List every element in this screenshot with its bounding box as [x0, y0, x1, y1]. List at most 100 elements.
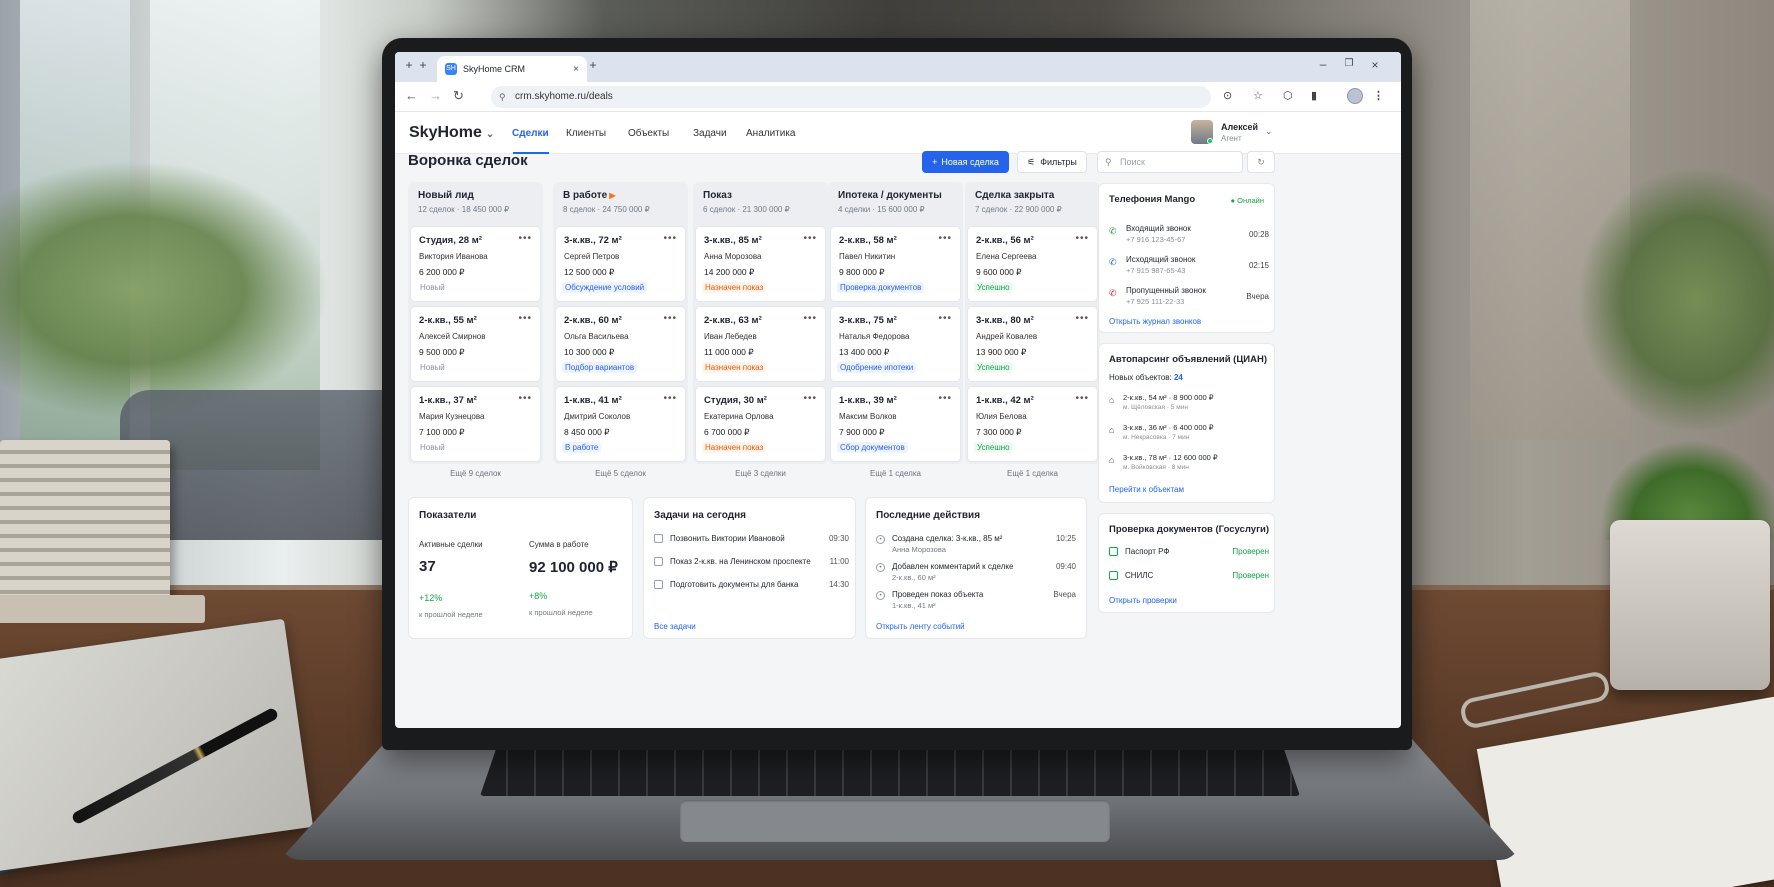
- show-more-deals-link[interactable]: Ещё 1 сделка: [965, 469, 1100, 478]
- deal-card[interactable]: 3-к.кв., 75 м² ••• Наталья Федорова 13 400 …: [830, 306, 961, 382]
- task-checkbox[interactable]: [654, 557, 663, 566]
- app-logo[interactable]: SkyHome ⌄: [409, 124, 494, 142]
- more-options-icon[interactable]: •••: [518, 393, 532, 404]
- call-log-link[interactable]: Открыть журнал звонков: [1109, 317, 1201, 326]
- browser-tab[interactable]: SH SkyHome CRM ×: [437, 56, 587, 82]
- more-options-icon[interactable]: •••: [518, 313, 532, 324]
- sidebar-icon[interactable]: ▮: [1311, 89, 1317, 102]
- new-tab-icon[interactable]: +: [415, 58, 431, 72]
- more-options-icon[interactable]: •••: [663, 393, 677, 404]
- call-row[interactable]: ✆ Входящий звонок +7 916 123-45-67 00:28: [1109, 224, 1269, 252]
- more-options-icon[interactable]: •••: [1075, 233, 1089, 244]
- online-indicator: [1207, 138, 1213, 144]
- refresh-button[interactable]: ↻: [1247, 151, 1275, 173]
- activity-row[interactable]: • Добавлен комментарий к сделке 2-к.кв., 6…: [876, 562, 1076, 588]
- call-label: Входящий звонок: [1126, 224, 1191, 233]
- maximize-icon[interactable]: ❐: [1341, 58, 1357, 69]
- more-options-icon[interactable]: •••: [518, 233, 532, 244]
- nav-deals[interactable]: Сделки: [512, 128, 549, 139]
- more-options-icon[interactable]: •••: [1075, 393, 1089, 404]
- add-tab-icon[interactable]: +: [585, 58, 601, 72]
- filters-button[interactable]: ⚟ Фильтры: [1017, 151, 1087, 173]
- deal-card[interactable]: 1-к.кв., 41 м² ••• Дмитрий Соколов 8 450 00…: [555, 386, 686, 462]
- task-row[interactable]: Показ 2-к.кв. на Ленинском проспекте 11:0…: [654, 557, 849, 571]
- activity-subtitle: Анна Морозова: [892, 545, 946, 554]
- column-title-text: Новый лид: [418, 190, 474, 201]
- deal-card[interactable]: Студия, 28 м² ••• Виктория Иванова 6 200 00…: [410, 226, 541, 302]
- all-tasks-link[interactable]: Все задачи: [654, 622, 696, 631]
- task-label: Подготовить документы для банка: [670, 580, 799, 589]
- deal-card[interactable]: 3-к.кв., 85 м² ••• Анна Морозова 14 200 000…: [695, 226, 826, 302]
- search-input[interactable]: ⚲ Поиск: [1097, 151, 1243, 173]
- deal-card[interactable]: 2-к.кв., 56 м² ••• Елена Сергеева 9 600 000…: [967, 226, 1098, 302]
- screen-share-icon[interactable]: ⊙: [1223, 89, 1232, 102]
- nav-tasks[interactable]: Задачи: [693, 128, 727, 139]
- listing-row[interactable]: ⌂ 2-к.кв., 54 м² · 8 900 000 ₽ м. Щёловска…: [1109, 392, 1269, 418]
- deal-card[interactable]: 2-к.кв., 60 м² ••• Ольга Васильева 10 300 0…: [555, 306, 686, 382]
- more-options-icon[interactable]: •••: [938, 233, 952, 244]
- activity-row[interactable]: • Создана сделка: 3-к.кв., 85 м² Анна Моро…: [876, 534, 1076, 560]
- show-more-deals-link[interactable]: Ещё 1 сделка: [828, 469, 963, 478]
- app-header: SkyHome ⌄ Сделки Клиенты Объекты Задачи А…: [395, 112, 1401, 154]
- forward-icon[interactable]: →: [429, 88, 442, 103]
- nav-analytics[interactable]: Аналитика: [746, 128, 796, 139]
- more-options-icon[interactable]: •••: [803, 313, 817, 324]
- more-options-icon[interactable]: •••: [1075, 313, 1089, 324]
- close-window-icon[interactable]: ×: [1367, 58, 1383, 72]
- minimize-icon[interactable]: –: [1315, 57, 1331, 71]
- task-checkbox[interactable]: [654, 534, 663, 543]
- open-checks-link[interactable]: Открыть проверки: [1109, 596, 1177, 605]
- site-info-icon[interactable]: ⚲: [499, 86, 506, 108]
- filters-label: Фильтры: [1040, 157, 1077, 167]
- more-options-icon[interactable]: •••: [803, 233, 817, 244]
- show-more-deals-link[interactable]: Ещё 5 сделок: [553, 469, 688, 478]
- column-title: Ипотека / документы: [838, 190, 942, 201]
- deal-card[interactable]: 1-к.кв., 37 м² ••• Мария Кузнецова 7 100 00…: [410, 386, 541, 462]
- activity-row[interactable]: • Проведен показ объекта 1-к.кв., 41 м² Вче…: [876, 590, 1076, 616]
- extensions-icon[interactable]: ⬡: [1283, 89, 1293, 102]
- deal-card[interactable]: 3-к.кв., 72 м² ••• Сергей Петров 12 500 000…: [555, 226, 686, 302]
- task-row[interactable]: Подготовить документы для банка 14:30: [654, 580, 849, 594]
- app-logo-text: SkyHome: [409, 124, 482, 141]
- nav-objects[interactable]: Объекты: [628, 128, 669, 139]
- user-menu[interactable]: Алексей Агент ⌄: [1191, 120, 1391, 148]
- listing-row[interactable]: ⌂ 3-к.кв., 36 м² · 6 400 000 ₽ м. Некрасов…: [1109, 422, 1269, 448]
- more-options-icon[interactable]: •••: [663, 233, 677, 244]
- listing-row[interactable]: ⌂ 3-к.кв., 78 м² · 12 600 000 ₽ м. Войковс…: [1109, 452, 1269, 478]
- show-more-deals-link[interactable]: Ещё 9 сделок: [408, 469, 543, 478]
- deal-price: 7 900 000 ₽: [839, 427, 885, 437]
- deal-card[interactable]: 1-к.кв., 42 м² ••• Юлия Белова 7 300 000 ₽ У…: [967, 386, 1098, 462]
- pipeline-column: Новый лид 12 сделок · 18 450 000 ₽ Студия,…: [408, 182, 543, 464]
- close-tab-icon[interactable]: ×: [573, 64, 579, 75]
- deal-card[interactable]: 2-к.кв., 58 м² ••• Павел Никитин 9 800 000 …: [830, 226, 961, 302]
- browser-profile-avatar[interactable]: [1347, 88, 1363, 104]
- deal-price: 9 800 000 ₽: [839, 267, 885, 277]
- deal-card[interactable]: 2-к.кв., 63 м² ••• Иван Лебедев 11 000 000 …: [695, 306, 826, 382]
- go-to-objects-link[interactable]: Перейти к объектам: [1109, 485, 1184, 494]
- browser-menu-icon[interactable]: ⋮: [1373, 89, 1384, 102]
- bookmark-star-icon[interactable]: ☆: [1253, 89, 1263, 102]
- task-row[interactable]: Позвонить Виктории Ивановой 09:30: [654, 534, 849, 548]
- nav-clients[interactable]: Клиенты: [566, 128, 606, 139]
- document-row[interactable]: СНИЛС Проверен: [1109, 571, 1269, 585]
- browser-address-bar: ← → ↻ ⚲ crm.skyhome.ru/deals ⊙ ☆ ⬡ ▮ ⋮: [395, 82, 1401, 112]
- deal-card[interactable]: 2-к.кв., 55 м² ••• Алексей Смирнов 9 500 00…: [410, 306, 541, 382]
- show-more-deals-link[interactable]: Ещё 3 сделки: [693, 469, 828, 478]
- task-checkbox[interactable]: [654, 580, 663, 589]
- url-field[interactable]: ⚲ crm.skyhome.ru/deals: [491, 86, 1211, 108]
- call-row[interactable]: ✆ Исходящий звонок +7 915 987-65-43 02:15: [1109, 255, 1269, 283]
- document-row[interactable]: Паспорт РФ Проверен: [1109, 547, 1269, 561]
- more-options-icon[interactable]: •••: [663, 313, 677, 324]
- deal-card[interactable]: 1-к.кв., 39 м² ••• Максим Волков 7 900 000 …: [830, 386, 961, 462]
- event-feed-link[interactable]: Открыть ленту событий: [876, 622, 965, 631]
- more-options-icon[interactable]: •••: [803, 393, 817, 404]
- more-options-icon[interactable]: •••: [938, 313, 952, 324]
- back-icon[interactable]: ←: [405, 88, 418, 103]
- more-options-icon[interactable]: •••: [938, 393, 952, 404]
- reload-icon[interactable]: ↻: [453, 88, 464, 104]
- new-deal-button[interactable]: + Новая сделка: [922, 151, 1009, 173]
- call-row[interactable]: ✆ Пропущенный звонок +7 925 111-22-33 Вчера: [1109, 286, 1269, 314]
- deal-card[interactable]: 3-к.кв., 80 м² ••• Андрей Ковалев 13 900 00…: [967, 306, 1098, 382]
- task-time: 11:00: [829, 557, 849, 566]
- deal-card[interactable]: Студия, 30 м² ••• Екатерина Орлова 6 700 00…: [695, 386, 826, 462]
